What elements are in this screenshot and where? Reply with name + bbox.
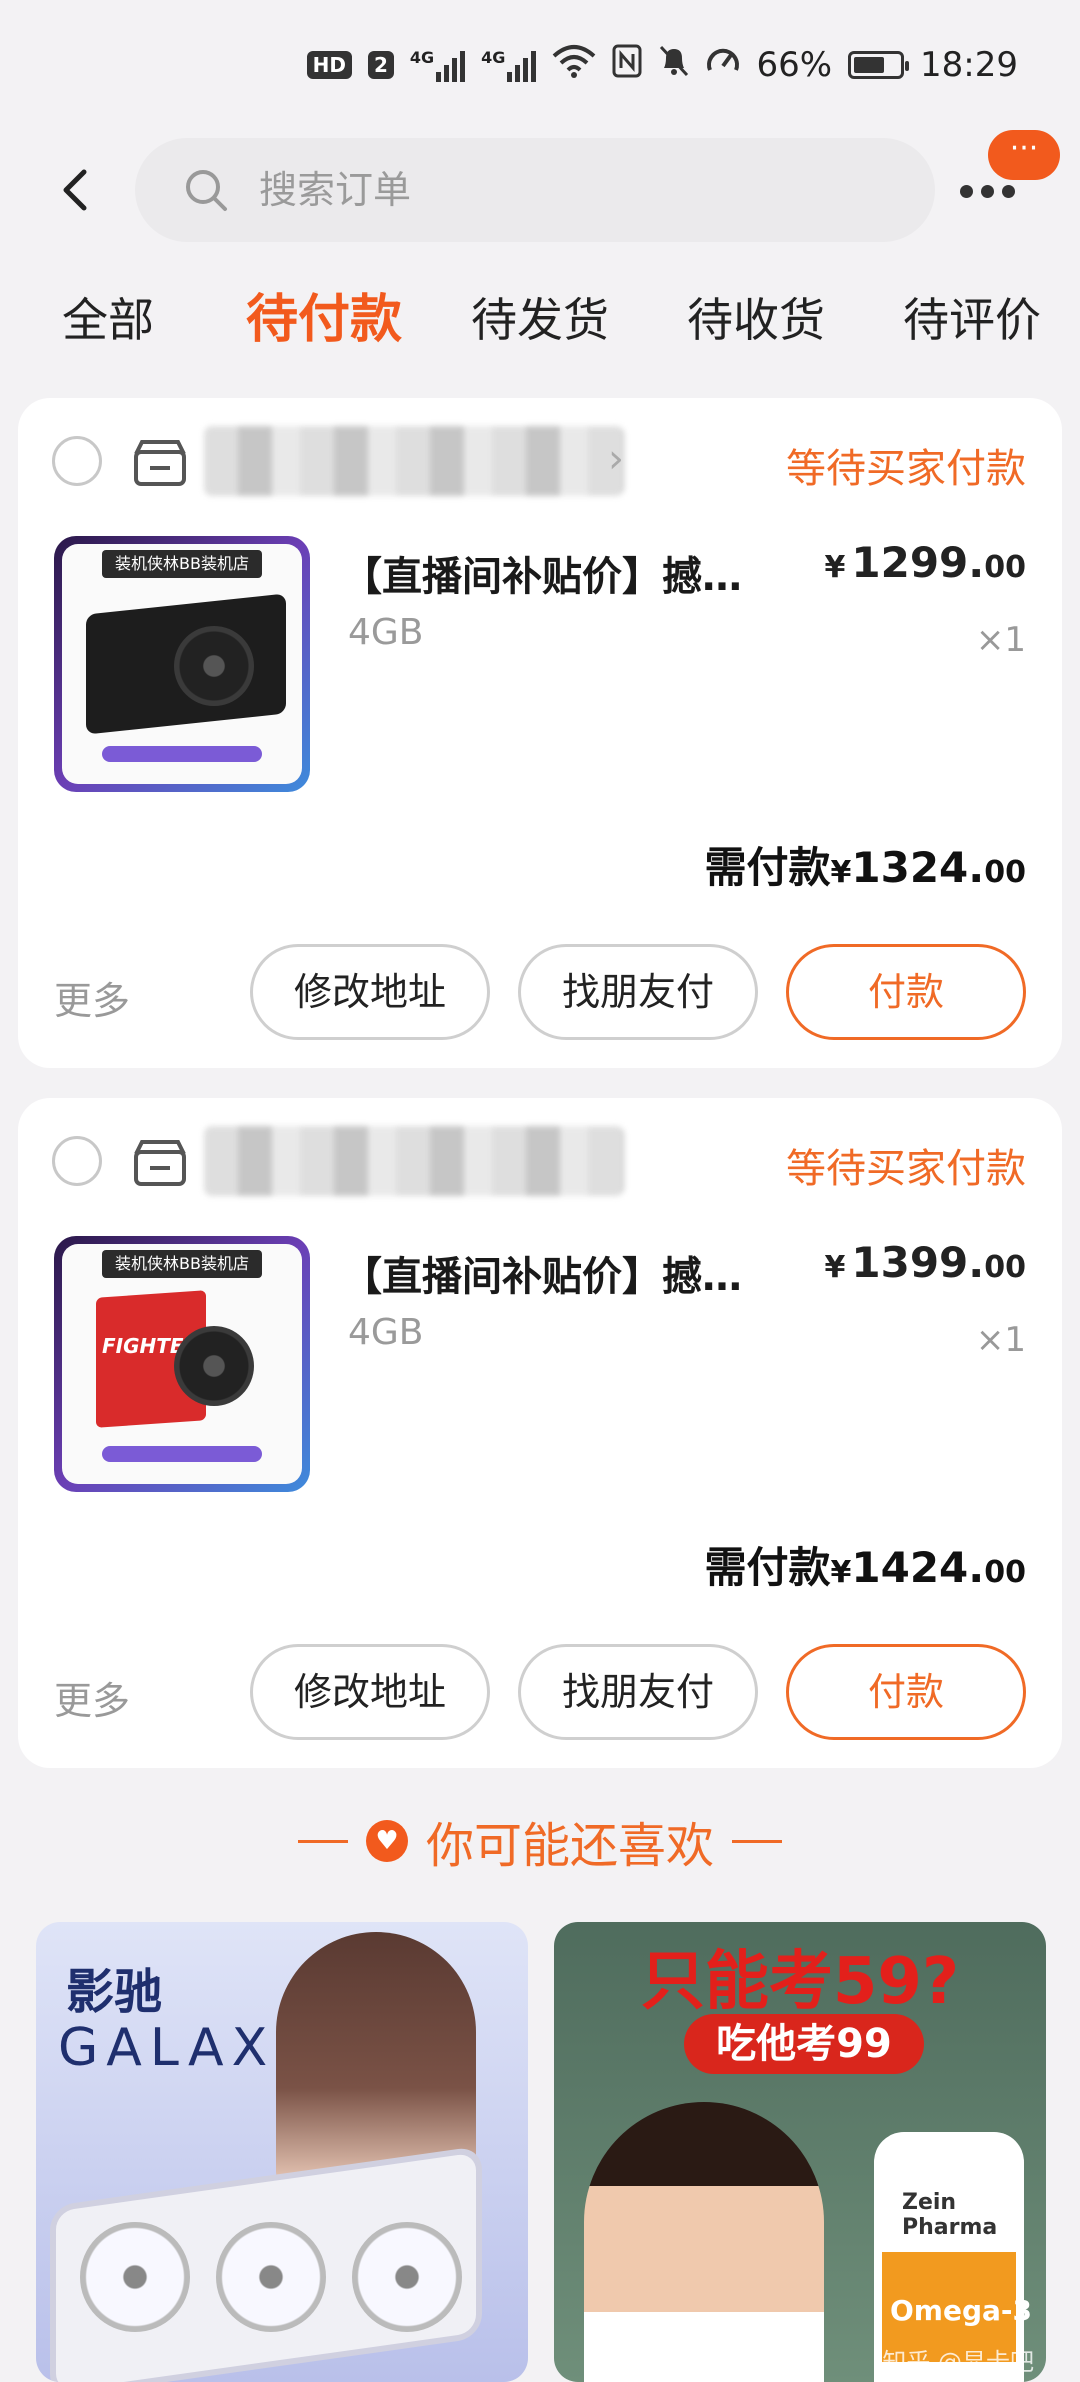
tab-all[interactable]: 全部 bbox=[0, 270, 216, 370]
modify-address-button[interactable]: 修改地址 bbox=[250, 944, 490, 1040]
tab-pending-shipment[interactable]: 待发货 bbox=[432, 270, 648, 370]
more-link[interactable]: 更多 bbox=[54, 1670, 130, 1725]
sim2-indicator: 2 bbox=[367, 51, 394, 79]
back-button[interactable] bbox=[50, 160, 100, 220]
nfc-icon bbox=[612, 44, 642, 87]
unit-price: ¥1299.00 bbox=[824, 538, 1026, 587]
product-title[interactable]: 【直播间补贴价】撼… bbox=[342, 544, 772, 602]
speedometer-icon bbox=[706, 44, 740, 87]
product-title[interactable]: 【直播间补贴价】撼… bbox=[342, 1244, 772, 1302]
more-menu-button[interactable]: ··· bbox=[960, 130, 1060, 240]
total-due: 需付款¥1324.00 bbox=[704, 843, 1027, 892]
thumbnail-bar bbox=[102, 746, 262, 762]
pay-button[interactable]: 付款 bbox=[786, 944, 1026, 1040]
bottle-label-text: Omega-3 bbox=[890, 2294, 1033, 2327]
recommend-item[interactable]: 影驰 GALAX bbox=[36, 1922, 528, 2382]
mute-bell-icon bbox=[658, 44, 690, 87]
quantity: ×1 bbox=[975, 620, 1026, 660]
wifi-icon bbox=[552, 44, 596, 87]
total-due: 需付款¥1424.00 bbox=[704, 1543, 1027, 1592]
more-dots-icon bbox=[960, 185, 1015, 198]
fan-image bbox=[174, 626, 254, 706]
unit-price: ¥1399.00 bbox=[824, 1238, 1026, 1287]
thumbnail-bar bbox=[102, 1446, 262, 1462]
select-radio[interactable] bbox=[52, 436, 102, 486]
battery-percent: 66% bbox=[756, 45, 833, 85]
product-spec: 4GB bbox=[348, 612, 424, 653]
ad-headline: 只能考59? bbox=[640, 1945, 960, 2019]
search-bar[interactable] bbox=[135, 138, 935, 242]
chevron-right-icon: › bbox=[608, 436, 624, 482]
tab-pending-receipt[interactable]: 待收货 bbox=[648, 270, 864, 370]
watermark: 知乎 @显卡吧 bbox=[882, 2348, 1034, 2376]
product-thumbnail[interactable]: 装机侠林BB装机店 bbox=[54, 536, 310, 792]
back-arrow-icon bbox=[63, 169, 87, 211]
ask-friend-pay-button[interactable]: 找朋友付 bbox=[518, 1644, 758, 1740]
bottle-brand: Zein Pharma bbox=[902, 2190, 998, 2240]
search-icon bbox=[186, 170, 227, 211]
quantity: ×1 bbox=[975, 1320, 1026, 1360]
search-input[interactable] bbox=[257, 167, 861, 213]
product-thumbnail[interactable]: 装机侠林BB装机店 FIGHTER bbox=[54, 1236, 310, 1492]
recommend-title: 你可能还喜欢 bbox=[425, 1818, 714, 1874]
brand-logo: GALAX bbox=[58, 2018, 276, 2078]
ask-friend-pay-button[interactable]: 找朋友付 bbox=[518, 944, 758, 1040]
clock: 18:29 bbox=[920, 45, 1018, 85]
shop-icon bbox=[134, 440, 186, 486]
order-status: 等待买家付款 bbox=[786, 1146, 1026, 1192]
tab-pending-review[interactable]: 待评价 bbox=[864, 270, 1080, 370]
recommend-item[interactable]: 只能考59? 吃他考99 Zein Pharma Omega-3 知乎 @显卡吧 bbox=[554, 1922, 1046, 2382]
shop-icon bbox=[134, 1140, 186, 1186]
brand-name: 影驰 bbox=[66, 1964, 163, 2020]
thumbnail-shop-tag: 装机侠林BB装机店 bbox=[102, 550, 262, 578]
ad-subtitle: 吃他考99 bbox=[684, 2014, 924, 2074]
product-spec: 4GB bbox=[348, 1312, 424, 1353]
battery-icon bbox=[848, 51, 910, 79]
heart-icon: ♥ bbox=[365, 1820, 408, 1862]
divider bbox=[732, 1839, 782, 1843]
fan-image bbox=[216, 2222, 326, 2332]
recommend-header: ♥ 你可能还喜欢 bbox=[0, 1796, 1080, 1886]
hd-indicator: HD bbox=[306, 51, 352, 79]
select-radio[interactable] bbox=[52, 1136, 102, 1186]
order-card: › 等待买家付款 装机侠林BB装机店 【直播间补贴价】撼… 4GB ¥1299.… bbox=[18, 398, 1062, 1068]
fan-image bbox=[80, 2222, 190, 2332]
signal-icon: 4G bbox=[410, 48, 466, 82]
message-badge: ··· bbox=[988, 130, 1060, 180]
more-link[interactable]: 更多 bbox=[54, 970, 130, 1025]
pay-button[interactable]: 付款 bbox=[786, 1644, 1026, 1740]
order-card: 等待买家付款 装机侠林BB装机店 FIGHTER 【直播间补贴价】撼… 4GB … bbox=[18, 1098, 1062, 1768]
header: ··· bbox=[0, 130, 1080, 250]
character-image bbox=[276, 1932, 476, 2192]
fan-image bbox=[174, 1326, 254, 1406]
order-status: 等待买家付款 bbox=[786, 446, 1026, 492]
shop-name-blurred[interactable] bbox=[204, 1126, 624, 1196]
order-tabs: 全部 待付款 待发货 待收货 待评价 bbox=[0, 270, 1080, 370]
status-bar: HD 2 4G 4G 66% 18:29 bbox=[0, 0, 1080, 130]
shop-name-blurred[interactable] bbox=[204, 426, 624, 496]
divider bbox=[297, 1839, 348, 1843]
boy-image bbox=[584, 2102, 824, 2382]
fan-image bbox=[352, 2222, 462, 2332]
tab-pending-payment[interactable]: 待付款 bbox=[216, 270, 432, 370]
modify-address-button[interactable]: 修改地址 bbox=[250, 1644, 490, 1740]
signal-icon-2: 4G bbox=[481, 48, 537, 82]
thumbnail-shop-tag: 装机侠林BB装机店 bbox=[102, 1250, 262, 1278]
